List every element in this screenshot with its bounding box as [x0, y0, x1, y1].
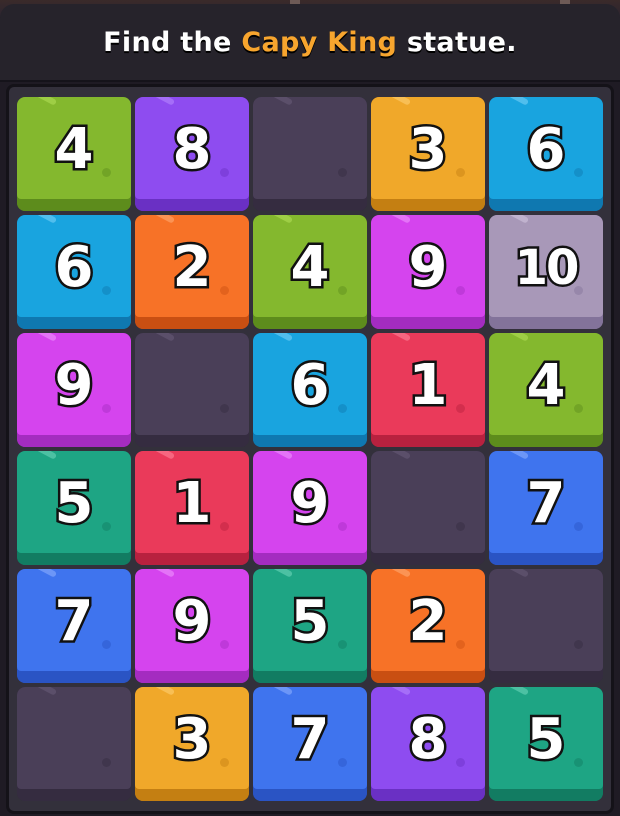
tile-number: 3: [170, 705, 214, 775]
empty-tile[interactable]: [253, 97, 367, 211]
number-tile[interactable]: 2: [135, 215, 249, 329]
number-tile[interactable]: 8: [135, 97, 249, 211]
tile-number: 7: [52, 587, 96, 657]
number-tile[interactable]: 7: [17, 569, 131, 683]
empty-tile[interactable]: [489, 569, 603, 683]
puzzle-board: 4 8 3 6 6 2 4 9 10 9 6 1 4 5 1 9 7 7 9 5 2 3 7 8 5: [6, 84, 614, 814]
objective-highlight: Capy King: [241, 26, 398, 58]
tile-number: 6: [524, 115, 568, 185]
number-tile[interactable]: 9: [17, 333, 131, 447]
tile-number: 6: [288, 351, 332, 421]
objective-banner: Find the Capy King statue.: [0, 4, 620, 80]
number-tile[interactable]: 1: [135, 451, 249, 565]
empty-tile[interactable]: [17, 687, 131, 801]
tile-dot: [220, 404, 229, 413]
objective-text: Find the Capy King statue.: [103, 27, 517, 58]
number-tile[interactable]: 4: [253, 215, 367, 329]
number-tile[interactable]: 3: [371, 97, 485, 211]
tile-number: 4: [52, 115, 96, 185]
tile-number: 5: [52, 469, 96, 539]
number-tile[interactable]: 4: [489, 333, 603, 447]
tile-number: 4: [524, 351, 568, 421]
number-tile[interactable]: 9: [135, 569, 249, 683]
tile-number: 1: [170, 469, 214, 539]
number-tile[interactable]: 9: [371, 215, 485, 329]
tile-number: 8: [170, 115, 214, 185]
empty-tile[interactable]: [371, 451, 485, 565]
number-tile[interactable]: 7: [253, 687, 367, 801]
tile-dot: [456, 522, 465, 531]
tile-number: 9: [52, 351, 96, 421]
tile-number: 5: [524, 705, 568, 775]
tile-number: 5: [288, 587, 332, 657]
tile-number: 9: [288, 469, 332, 539]
number-tile[interactable]: 3: [135, 687, 249, 801]
number-tile[interactable]: 8: [371, 687, 485, 801]
number-tile[interactable]: 6: [17, 215, 131, 329]
number-tile[interactable]: 10: [489, 215, 603, 329]
number-tile[interactable]: 1: [371, 333, 485, 447]
tile-number: 2: [406, 587, 450, 657]
tile-number: 8: [406, 705, 450, 775]
tile-dot: [102, 758, 111, 767]
number-tile[interactable]: 9: [253, 451, 367, 565]
tile-dot: [574, 640, 583, 649]
tile-number: 6: [52, 233, 96, 303]
tile-number: 3: [406, 115, 450, 185]
number-tile[interactable]: 5: [489, 687, 603, 801]
tile-number: 10: [512, 238, 582, 299]
number-tile[interactable]: 4: [17, 97, 131, 211]
tile-dot: [338, 168, 347, 177]
tile-number: 2: [170, 233, 214, 303]
objective-prefix: Find the: [103, 26, 242, 58]
empty-tile[interactable]: [135, 333, 249, 447]
number-tile[interactable]: 6: [253, 333, 367, 447]
number-tile[interactable]: 2: [371, 569, 485, 683]
tile-number: 1: [406, 351, 450, 421]
number-tile[interactable]: 5: [253, 569, 367, 683]
tile-number: 9: [406, 233, 450, 303]
game-screen: Find the Capy King statue. 4 8 3 6 6 2 4 9 10 9 6 1…: [0, 0, 620, 816]
number-tile[interactable]: 6: [489, 97, 603, 211]
number-tile[interactable]: 7: [489, 451, 603, 565]
number-tile[interactable]: 5: [17, 451, 131, 565]
tile-number: 4: [288, 233, 332, 303]
objective-suffix: statue.: [397, 26, 517, 58]
tile-number: 7: [524, 469, 568, 539]
tile-number: 9: [170, 587, 214, 657]
tile-number: 7: [288, 705, 332, 775]
